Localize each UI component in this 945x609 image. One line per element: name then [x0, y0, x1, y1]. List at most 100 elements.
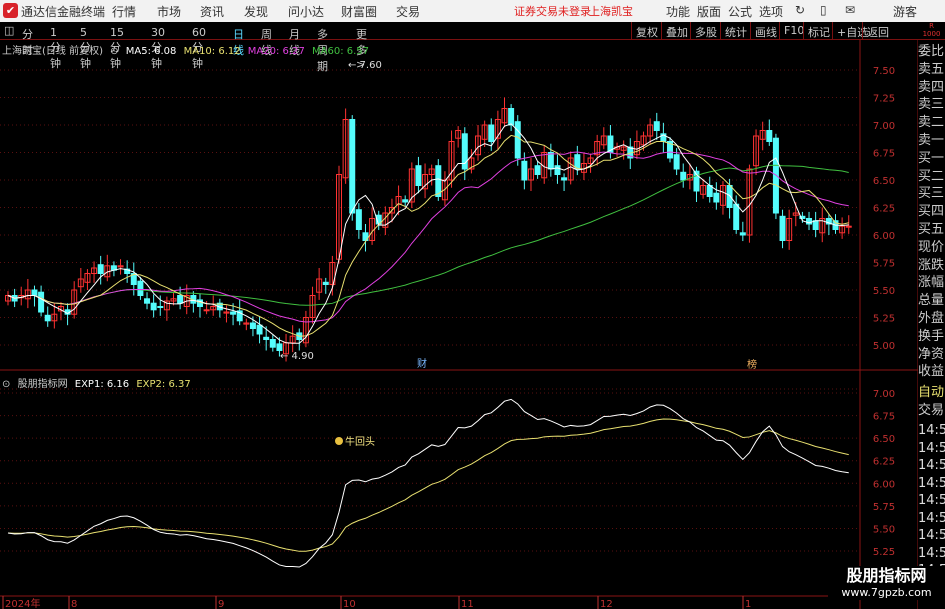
- candle-down: [766, 130, 773, 142]
- candle-down: [673, 154, 680, 170]
- candle-down: [534, 165, 541, 175]
- candle-down: [256, 324, 263, 335]
- tick-time: 14:56: [918, 475, 945, 491]
- sub-y-tick-label: 6.25: [873, 457, 895, 468]
- quote-field-label: 买一: [918, 150, 945, 166]
- auto-mode-button[interactable]: 自动: [918, 384, 945, 402]
- x-tick-label: 9: [218, 599, 224, 609]
- y-tick-label: 5.25: [873, 314, 895, 325]
- money-bag-icon: [335, 437, 343, 445]
- quote-field-label: 净资: [918, 346, 945, 362]
- candle-down: [514, 121, 521, 159]
- candle-down: [547, 152, 554, 170]
- candle-down: [726, 185, 733, 208]
- y-tick-label: 6.25: [873, 204, 895, 215]
- watermark-url: www.7gpzb.com: [841, 586, 932, 599]
- sub-y-tick-label: 5.25: [873, 547, 895, 558]
- quote-field-label: 卖三: [918, 97, 945, 113]
- signal-label: 牛回头: [345, 435, 375, 448]
- x-tick-label: 1: [745, 599, 751, 609]
- y-tick-label: 5.50: [873, 286, 895, 297]
- candle-down: [276, 343, 283, 351]
- candle-down: [31, 289, 38, 296]
- y-tick-label: 6.75: [873, 149, 895, 160]
- candle-up: [203, 309, 210, 312]
- kline-chart[interactable]: 7.50 7.25 7.00 6.75 6.50 6.25 6.00 5.75 5.50 5.25…: [0, 0, 918, 609]
- quote-field-label: 换手: [918, 328, 945, 344]
- candle-up: [845, 225, 852, 228]
- candle-down: [435, 165, 442, 197]
- sub-y-tick-label: 5.50: [873, 524, 895, 535]
- tick-time: 14:56: [918, 423, 945, 438]
- candle-down: [812, 220, 819, 230]
- candle-down: [521, 160, 528, 181]
- x-tick-label: 8: [71, 599, 77, 609]
- tick-time: 14:56: [918, 440, 945, 456]
- candle-down: [508, 108, 515, 126]
- sub-y-tick-label: 6.50: [873, 434, 895, 445]
- candle-down: [97, 264, 104, 275]
- watermark-name: 股朋指标网: [846, 566, 927, 585]
- candle-down: [144, 298, 151, 304]
- candle-down: [415, 165, 422, 186]
- quote-field-label: 卖五: [918, 61, 945, 77]
- quote-field-label: 买二: [918, 168, 945, 184]
- sub-y-tick-label: 5.75: [873, 502, 895, 513]
- tick-time: 14:56: [918, 545, 945, 561]
- quote-field-label: 总量: [918, 293, 945, 309]
- quote-field-label: 卖四: [918, 79, 945, 95]
- quote-field-label: 涨幅: [918, 275, 945, 291]
- finance-event-marker[interactable]: 财: [417, 357, 427, 370]
- quote-field-label: 现价: [918, 239, 945, 255]
- candle-down: [779, 215, 786, 242]
- candle-down: [38, 291, 45, 313]
- low-price-label: ← 4.90: [280, 351, 314, 362]
- candle-down: [322, 281, 329, 285]
- candle-down: [680, 171, 687, 181]
- quote-field-label: 外盘: [918, 311, 945, 326]
- candle-down: [488, 124, 495, 142]
- candle-down: [230, 311, 237, 315]
- candle-down: [653, 121, 660, 131]
- ma10-line: [7, 134, 849, 337]
- quote-field-label: 买四: [918, 204, 945, 220]
- quote-field-label: 收益: [918, 364, 945, 380]
- candle-down: [150, 302, 157, 311]
- y-tick-label: 6.50: [873, 176, 895, 187]
- candle-down: [554, 165, 561, 175]
- candle-down: [249, 322, 256, 329]
- candle-down: [739, 232, 746, 236]
- y-tick-label: 6.00: [873, 231, 895, 242]
- ma5-line: [7, 123, 849, 344]
- candle-down: [44, 314, 51, 322]
- candle-down: [349, 119, 356, 214]
- candle-down: [402, 199, 409, 203]
- y-tick-label: 5.00: [873, 341, 895, 352]
- candle-down: [561, 177, 568, 181]
- tick-time: 14:56: [918, 528, 945, 543]
- sub-y-tick-label: 6.00: [873, 479, 895, 490]
- quote-field-label: 委比: [918, 44, 945, 59]
- quote-field-label: 买五: [918, 222, 945, 237]
- high-price-label: ← 7.60: [348, 60, 382, 71]
- ranking-event-marker[interactable]: 榜: [747, 358, 757, 371]
- sub-y-tick-label: 6.75: [873, 412, 895, 423]
- quote-field-label: 卖二: [918, 115, 945, 131]
- quote-field-label: 买三: [918, 186, 945, 202]
- watermark: 股朋指标网 www.7gpzb.com: [828, 566, 945, 600]
- quote-field-label: 卖一: [918, 133, 945, 148]
- tick-time: 14:56: [918, 458, 945, 473]
- quote-header: R 1000: [922, 22, 941, 38]
- x-tick-label: 12: [600, 599, 613, 609]
- tick-time: 14:56: [918, 493, 945, 508]
- candle-down: [263, 336, 270, 340]
- y-tick-label: 7.25: [873, 94, 895, 105]
- y-tick-label: 7.50: [873, 66, 895, 77]
- x-tick-label: 10: [343, 599, 356, 609]
- y-tick-label: 7.00: [873, 121, 895, 132]
- candle-down: [177, 295, 184, 304]
- trade-label: 交易: [918, 403, 945, 418]
- quote-field-label: 涨跌: [918, 257, 945, 273]
- candle-down: [713, 192, 720, 203]
- candle-down: [269, 339, 276, 348]
